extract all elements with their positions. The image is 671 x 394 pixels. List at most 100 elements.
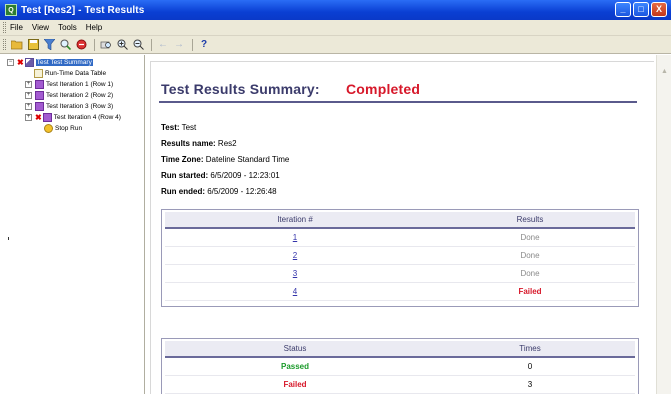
tree-item-iteration-3[interactable]: + Test Iteration 3 (Row 3): [25, 101, 113, 112]
status-failed-cell: Failed: [165, 375, 425, 394]
result-cell: Done: [425, 264, 635, 283]
app-icon: Q: [5, 4, 17, 16]
tree-expand-toggle[interactable]: +: [25, 103, 32, 110]
stop-run-icon: [44, 124, 53, 133]
iteration-cell: 3: [165, 264, 425, 283]
info-test-label: Test:: [161, 123, 180, 132]
iteration-icon: [35, 91, 44, 100]
result-cell: Failed: [425, 282, 635, 301]
iteration-link-2[interactable]: 2: [293, 251, 297, 260]
iteration-cell: 2: [165, 246, 425, 265]
toolbar-separator: [94, 38, 95, 51]
summary-heading: Test Results Summary:: [161, 81, 320, 97]
menu-help[interactable]: Help: [86, 23, 102, 32]
open-folder-icon[interactable]: [10, 38, 24, 52]
toolbar-separator: [151, 38, 152, 51]
tree-item-iteration-2[interactable]: + Test Iteration 2 (Row 2): [25, 90, 113, 101]
window-title: Test [Res2] - Test Results: [21, 4, 145, 16]
tree-item-run-time-data-table[interactable]: Run-Time Data Table: [34, 68, 106, 79]
info-results-name: Results name: Res2: [161, 139, 237, 148]
result-cell: Done: [425, 246, 635, 265]
scroll-up-arrow-icon[interactable]: ▲: [659, 66, 670, 77]
table-row: 2 Done: [165, 246, 635, 265]
save-icon[interactable]: [26, 38, 40, 52]
back-arrow-icon[interactable]: ←: [156, 38, 170, 52]
info-test-value: Test: [181, 123, 197, 132]
tree-item-label: Run-Time Data Table: [45, 70, 107, 77]
col-iteration-header: Iteration #: [165, 212, 425, 229]
menu-view[interactable]: View: [32, 23, 49, 32]
filter-icon[interactable]: [42, 38, 56, 52]
iteration-icon: [35, 102, 44, 111]
find-icon[interactable]: [58, 38, 72, 52]
iteration-icon: [35, 80, 44, 89]
iterations-table-header: Iteration # Results: [165, 212, 635, 229]
iterations-table: Iteration # Results 1 Done 2 Done 3 Done…: [165, 212, 635, 301]
toolbar: ← → ?: [0, 36, 671, 54]
tree-expand-toggle[interactable]: +: [25, 92, 32, 99]
status-table: Status Times Passed 0 Failed 3: [165, 341, 635, 394]
info-time-zone-value: Dateline Standard Time: [205, 155, 290, 164]
forward-arrow-icon[interactable]: →: [172, 38, 186, 52]
col-status-header: Status: [165, 341, 425, 358]
tree-root[interactable]: − ✖ Test Test Summary: [7, 57, 93, 68]
info-time-zone: Time Zone: Dateline Standard Time: [161, 155, 289, 164]
iteration-link-3[interactable]: 3: [293, 269, 297, 278]
menu-file[interactable]: File: [10, 23, 23, 32]
times-cell: 3: [425, 375, 635, 394]
table-row: Failed 3: [165, 375, 635, 394]
times-cell: 0: [425, 357, 635, 376]
tree-item-label: Test Iteration 4 (Row 4): [53, 114, 121, 121]
status-passed-cell: Passed: [165, 357, 425, 376]
info-time-zone-label: Time Zone:: [161, 155, 204, 164]
minimize-button[interactable]: _: [615, 2, 631, 17]
info-results-name-label: Results name:: [161, 139, 216, 148]
tree-item-iteration-4[interactable]: + ✖ Test Iteration 4 (Row 4): [25, 112, 121, 123]
table-row: 3 Done: [165, 264, 635, 283]
menu-tools[interactable]: Tools: [58, 23, 77, 32]
failed-x-icon: ✖: [35, 113, 42, 122]
result-cell: Done: [425, 228, 635, 247]
toolbar-separator: [192, 38, 193, 51]
results-tree[interactable]: − ✖ Test Test Summary Run-Time Data Tabl…: [0, 55, 142, 394]
tree-item-label: Test Iteration 2 (Row 2): [46, 92, 114, 99]
print-preview-icon[interactable]: [99, 38, 113, 52]
table-icon: [34, 69, 43, 78]
info-run-started-label: Run started:: [161, 171, 209, 180]
summary-status: Completed: [346, 81, 421, 97]
tree-item-stop-run[interactable]: Stop Run: [44, 123, 82, 134]
toolbar-grip[interactable]: [3, 39, 6, 50]
help-icon[interactable]: ?: [197, 38, 211, 52]
info-run-ended: Run ended: 6/5/2009 - 12:26:48: [161, 187, 277, 196]
info-results-name-value: Res2: [217, 139, 237, 148]
table-row: 4 Failed: [165, 282, 635, 301]
menubar-grip[interactable]: [3, 22, 6, 33]
iteration-icon: [42, 113, 52, 122]
iteration-link-4[interactable]: 4: [293, 287, 297, 296]
info-run-started: Run started: 6/5/2009 - 12:23:01: [161, 171, 280, 180]
tree-root-label: Test Test Summary: [35, 59, 93, 66]
tree-item-label: Stop Run: [55, 125, 83, 132]
col-results-header: Results: [425, 212, 635, 229]
maximize-button[interactable]: □: [633, 2, 649, 17]
panel-resize-mark: [8, 237, 9, 240]
info-test: Test: Test: [161, 123, 196, 132]
tree-item-iteration-1[interactable]: + Test Iteration 1 (Row 1): [25, 79, 113, 90]
results-report-panel: Test Results Summary: Completed Test: Te…: [144, 55, 671, 394]
iteration-link-1[interactable]: 1: [293, 233, 297, 242]
tree-collapse-toggle[interactable]: −: [7, 59, 14, 66]
col-times-header: Times: [425, 341, 635, 358]
zoom-in-icon[interactable]: [115, 38, 129, 52]
zoom-out-icon[interactable]: [131, 38, 145, 52]
window-controls: _ □ X: [615, 2, 667, 17]
vertical-scrollbar[interactable]: ▲: [656, 55, 671, 394]
export-icon[interactable]: [74, 38, 88, 52]
info-run-ended-label: Run ended:: [161, 187, 205, 196]
tree-expand-toggle[interactable]: +: [25, 81, 32, 88]
close-button[interactable]: X: [651, 2, 667, 17]
window-titlebar[interactable]: Q Test [Res2] - Test Results _ □ X: [0, 0, 671, 20]
tree-item-label: Test Iteration 3 (Row 3): [46, 103, 114, 110]
iteration-cell: 1: [165, 228, 425, 247]
tree-item-label: Test Iteration 1 (Row 1): [46, 81, 114, 88]
tree-expand-toggle[interactable]: +: [25, 114, 32, 121]
